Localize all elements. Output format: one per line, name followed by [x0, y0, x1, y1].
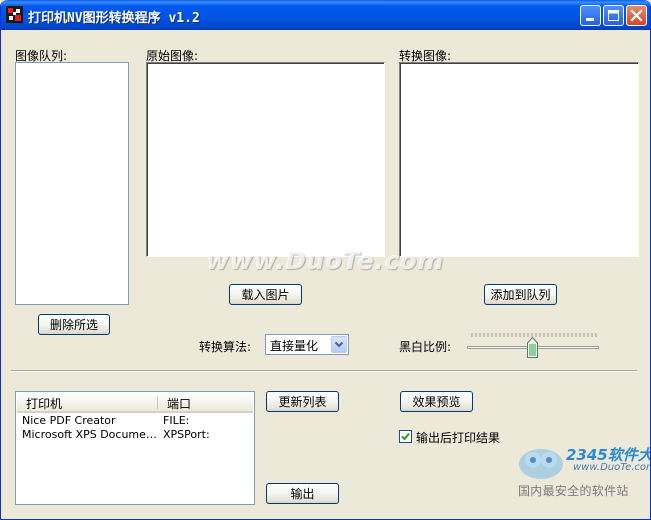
- close-icon: [630, 9, 643, 22]
- column-printer[interactable]: 打印机: [26, 395, 62, 412]
- converted-image-view: [399, 62, 639, 257]
- preview-button[interactable]: 效果预览: [400, 391, 473, 412]
- delete-selected-button[interactable]: 删除所选: [38, 314, 110, 335]
- refresh-list-button[interactable]: 更新列表: [266, 391, 339, 412]
- printer-name: Nice PDF Creator: [22, 414, 116, 427]
- add-to-queue-button[interactable]: 添加到队列: [484, 284, 557, 305]
- chevron-down-icon: [334, 341, 344, 348]
- checkmark-icon: [401, 432, 410, 441]
- algorithm-select-value: 直接量化: [270, 339, 319, 353]
- app-window: 打印机NV图形转换程序 v1.2 图像队列: 删除所选 原始图像: 载入图片 转…: [0, 0, 651, 520]
- app-icon: [6, 6, 23, 23]
- window-title: 打印机NV图形转换程序 v1.2: [28, 11, 200, 26]
- algorithm-select[interactable]: 直接量化: [265, 334, 349, 355]
- printer-port: FILE:: [163, 414, 190, 427]
- printer-name: Microsoft XPS Document Writer: [22, 428, 158, 441]
- badge-slogan: 国内最安全的软件站: [518, 484, 629, 498]
- output-button[interactable]: 输出: [266, 483, 339, 504]
- printer-list[interactable]: 打印机 端口 Nice PDF Creator FILE: Microsoft …: [15, 391, 255, 505]
- maximize-button[interactable]: [603, 5, 624, 26]
- section-divider: [11, 370, 637, 372]
- print-after-output-checkbox[interactable]: [399, 430, 412, 443]
- slider-thumb-icon[interactable]: [527, 337, 538, 358]
- column-divider[interactable]: [157, 396, 158, 409]
- load-image-button[interactable]: 载入图片: [229, 284, 302, 305]
- image-queue-list[interactable]: [15, 62, 129, 305]
- watermark-text: www.DuoTe.com: [206, 246, 444, 275]
- badge-url: www.DuoTe.com: [573, 462, 651, 473]
- original-image-view: [146, 62, 385, 257]
- maximize-icon: [608, 10, 619, 21]
- minimize-button[interactable]: [580, 5, 601, 26]
- mascot-logo-icon: [519, 449, 563, 479]
- minimize-icon: [586, 18, 594, 21]
- close-button[interactable]: [626, 5, 647, 26]
- column-port[interactable]: 端口: [167, 395, 191, 412]
- printer-list-header: 打印机 端口: [17, 393, 253, 413]
- bw-ratio-label: 黑白比例:: [399, 340, 452, 354]
- print-after-output-label[interactable]: 输出后打印结果: [416, 429, 500, 446]
- dropdown-button[interactable]: [331, 336, 347, 353]
- algorithm-label: 转换算法:: [199, 340, 252, 354]
- printer-port: XPSPort:: [163, 428, 210, 441]
- title-bar[interactable]: 打印机NV图形转换程序 v1.2: [1, 0, 650, 30]
